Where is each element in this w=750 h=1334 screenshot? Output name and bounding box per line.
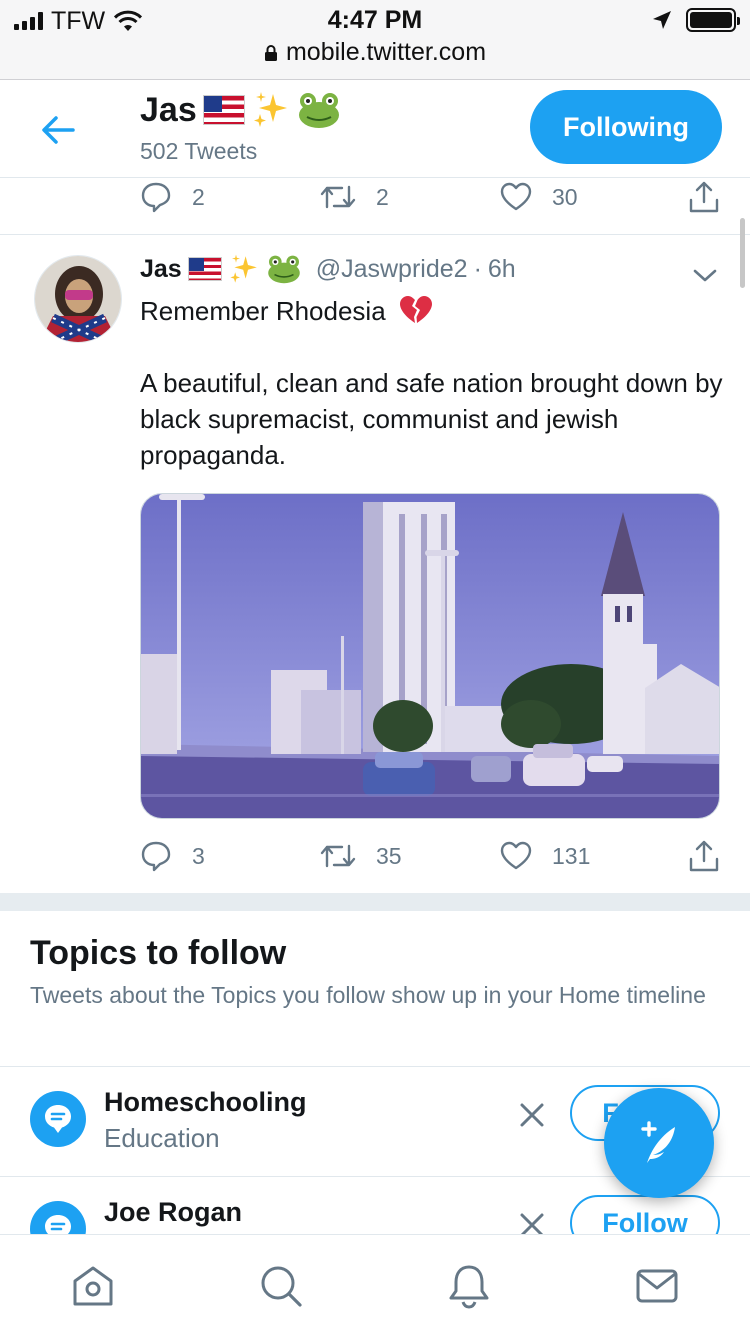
tweet-text-line1: Remember Rhodesia xyxy=(140,296,386,326)
scrollbar[interactable] xyxy=(740,218,745,288)
messages-icon[interactable] xyxy=(634,1263,680,1309)
retweet-count: 35 xyxy=(376,842,402,869)
us-flag-emoji-icon xyxy=(202,95,245,125)
sparkles-emoji-icon xyxy=(253,92,287,127)
chevron-down-icon[interactable] xyxy=(692,265,718,285)
retweet-action[interactable]: 35 xyxy=(320,842,500,870)
lock-icon xyxy=(264,44,277,61)
arrow-left-icon xyxy=(42,116,75,144)
battery-icon xyxy=(686,8,740,32)
system-indicators xyxy=(652,8,740,32)
topic-name: Joe Rogan xyxy=(104,1197,243,1227)
topic-category: Education xyxy=(104,1123,220,1153)
reply-count: 2 xyxy=(192,183,205,210)
retweet-count: 2 xyxy=(376,183,389,210)
share-icon xyxy=(689,840,719,872)
comment-icon xyxy=(141,841,171,872)
status-bar: TFW 4:47 PM mobile.twitter.com xyxy=(0,0,750,80)
tweet-text: Remember Rhodesia A beautiful, clean and… xyxy=(140,293,730,473)
us-flag-emoji-icon xyxy=(187,257,222,281)
profile-name: Jas xyxy=(140,90,341,130)
topic-name: Homeschooling xyxy=(104,1087,307,1117)
frog-emoji-icon xyxy=(298,93,339,128)
notifications-icon[interactable] xyxy=(446,1263,492,1309)
comment-icon xyxy=(141,182,171,213)
reply-count: 3 xyxy=(192,842,205,869)
topic-icon xyxy=(30,1091,86,1147)
speech-bubble-icon xyxy=(45,1105,71,1133)
location-arrow-icon xyxy=(653,11,671,29)
section-divider xyxy=(0,893,750,911)
tweet-actions: 3 35 131 xyxy=(140,839,720,873)
retweet-icon xyxy=(320,844,356,868)
following-button[interactable]: Following xyxy=(530,90,722,164)
tweet[interactable]: Jas @Jaswpride2 · 6h Remember Rhodesia A… xyxy=(0,234,750,892)
tweet-timestamp[interactable]: 6h xyxy=(488,255,516,284)
topics-subtitle: Tweets about the Topics you follow show … xyxy=(30,982,706,1008)
heart-icon xyxy=(500,182,532,211)
city-street-photo xyxy=(141,494,719,818)
home-icon[interactable] xyxy=(70,1263,116,1309)
compose-tweet-button[interactable] xyxy=(604,1088,714,1198)
retweet-icon xyxy=(320,185,356,209)
tweet-count: 502 Tweets xyxy=(140,138,258,164)
retweet-action[interactable]: 2 xyxy=(320,183,500,211)
clock: 4:47 PM xyxy=(327,6,423,34)
bottom-tab-bar xyxy=(0,1234,750,1334)
topics-title: Topics to follow xyxy=(30,934,287,972)
compose-tweet-icon xyxy=(641,1121,675,1163)
back-button[interactable] xyxy=(36,108,80,152)
heart-icon xyxy=(500,841,532,870)
tweet-text-body: A beautiful, clean and safe nation broug… xyxy=(140,368,723,470)
like-count: 30 xyxy=(552,183,578,210)
share-action[interactable] xyxy=(688,839,720,873)
tweet-meta-separator: · xyxy=(473,254,482,283)
previous-tweet-actions: 2 2 30 xyxy=(140,180,720,214)
profile-name-text: Jas xyxy=(140,90,197,129)
tweet-author-name[interactable]: Jas xyxy=(140,255,182,284)
like-count: 131 xyxy=(552,842,591,869)
like-action[interactable]: 131 xyxy=(500,841,680,871)
sparkles-emoji-icon xyxy=(230,254,257,283)
url-text: mobile.twitter.com xyxy=(285,38,487,66)
reply-action[interactable]: 3 xyxy=(140,840,320,872)
address-bar[interactable]: mobile.twitter.com xyxy=(0,38,750,67)
frog-emoji-icon xyxy=(267,255,300,284)
tweet-header: Jas @Jaswpride2 · 6h xyxy=(140,253,516,285)
avatar-image xyxy=(35,256,121,342)
avatar[interactable] xyxy=(34,255,122,343)
like-action[interactable]: 30 xyxy=(500,182,680,212)
broken-heart-emoji-icon xyxy=(399,296,432,323)
share-action[interactable] xyxy=(688,180,720,214)
reply-action[interactable]: 2 xyxy=(140,181,320,213)
profile-header: Jas 502 Tweets Following xyxy=(0,80,750,178)
close-icon[interactable] xyxy=(514,1097,550,1133)
tweet-author-handle[interactable]: @Jaswpride2 xyxy=(316,255,468,284)
tweet-photo[interactable] xyxy=(140,493,720,819)
share-icon xyxy=(689,181,719,213)
search-icon[interactable] xyxy=(258,1263,304,1309)
